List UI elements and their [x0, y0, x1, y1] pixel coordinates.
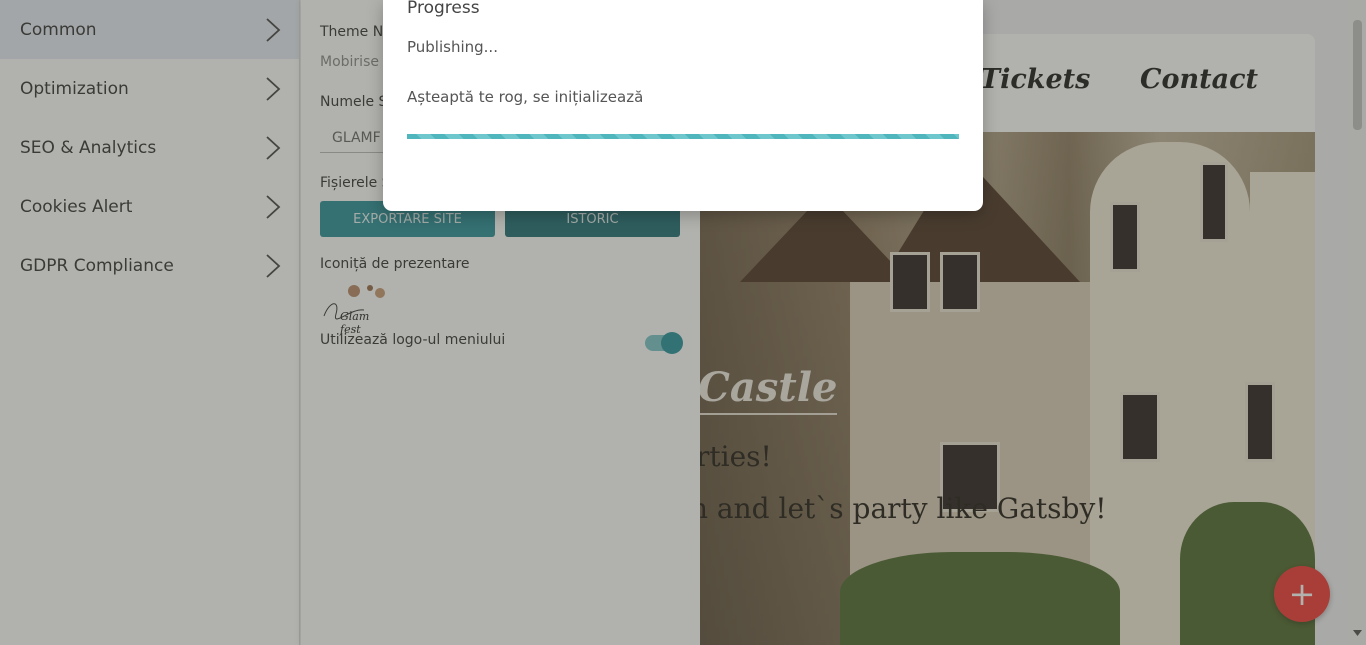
progress-dialog: Progress Publishing... Așteaptă te rog, …: [383, 0, 983, 211]
init-message: Așteaptă te rog, se inițializează: [407, 88, 644, 106]
dialog-title: Progress: [407, 0, 480, 18]
progress-bar: [407, 134, 959, 139]
publish-status: Publishing...: [407, 38, 498, 56]
